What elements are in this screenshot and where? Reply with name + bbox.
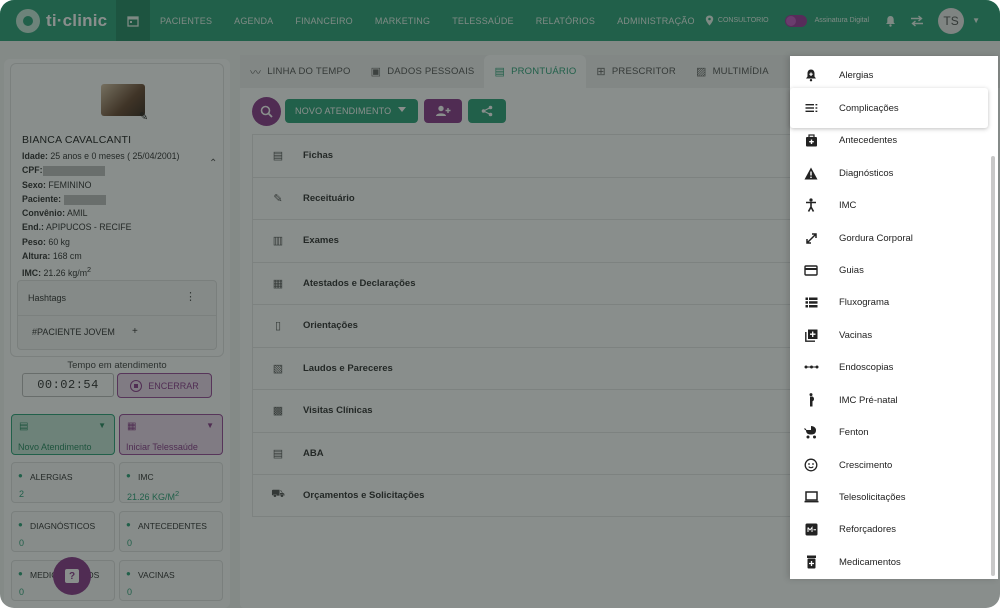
warning-icon <box>800 167 822 180</box>
menu-item-diagnosticos[interactable]: Diagnósticos <box>790 157 990 189</box>
reinforcer-icon <box>800 523 822 536</box>
menu-item-reforcadores[interactable]: Reforçadores <box>790 513 990 545</box>
menu-item-label: Reforçadores <box>839 523 897 535</box>
menu-item-label: Fluxograma <box>839 296 890 308</box>
menu-item-vacinas[interactable]: Vacinas <box>790 319 990 351</box>
medical-bag-icon <box>800 133 822 147</box>
menu-item-label: Guias <box>839 264 864 276</box>
menu-item-guias[interactable]: Guias <box>790 254 990 286</box>
app-window: ti·clinic PACIENTES AGENDA FINANCEIRO MA… <box>0 0 1000 608</box>
menu-item-label: Diagnósticos <box>839 167 894 179</box>
person-icon <box>800 198 822 212</box>
menu-item-alergias[interactable]: Alergias <box>790 59 990 91</box>
pill-bottle-icon <box>800 555 822 569</box>
menu-item-fluxograma[interactable]: Fluxograma <box>790 286 990 318</box>
menu-item-label: Fenton <box>839 426 869 438</box>
laptop-icon <box>800 491 822 503</box>
list-icon <box>800 103 822 113</box>
list-bulleted-icon <box>800 297 822 308</box>
menu-item-endoscopias[interactable]: Endoscopias <box>790 351 990 383</box>
menu-item-label: Gordura Corporal <box>839 232 913 244</box>
pregnant-icon <box>800 393 822 407</box>
bell-plus-icon <box>800 68 822 82</box>
menu-item-label: Complicações <box>839 102 899 114</box>
menu-item-label: Crescimento <box>839 459 893 471</box>
menu-item-label: Endoscopias <box>839 361 894 373</box>
card-icon <box>800 264 822 276</box>
dots-line-icon <box>800 364 822 370</box>
menu-item-crescimento[interactable]: Crescimento <box>790 449 990 481</box>
menu-item-label: IMC Pré-natal <box>839 394 898 406</box>
menu-item-medicamentos[interactable]: Medicamentos <box>790 546 990 578</box>
menu-item-gordura[interactable]: Gordura Corporal <box>790 222 990 254</box>
menu-item-label: Telesolicitações <box>839 491 906 503</box>
menu-item-imc[interactable]: IMC <box>790 189 990 221</box>
resize-icon <box>800 232 822 245</box>
menu-item-fenton[interactable]: Fenton <box>790 416 990 448</box>
menu-item-label: IMC <box>839 199 857 211</box>
plus-box-icon <box>800 329 822 342</box>
menu-item-label: Vacinas <box>839 329 873 341</box>
menu-item-telesolicitacoes[interactable]: Telesolicitações <box>790 481 990 513</box>
menu-scrollbar[interactable] <box>991 156 995 576</box>
clinical-data-menu: Alergias Antecedentes Diagnósticos IMC G… <box>790 56 998 579</box>
stroller-icon <box>800 425 822 439</box>
menu-item-label: Antecedentes <box>839 134 898 146</box>
menu-item-antecedentes[interactable]: Antecedentes <box>790 124 990 156</box>
menu-item-label: Medicamentos <box>839 556 901 568</box>
menu-item-label: Alergias <box>839 69 874 81</box>
face-icon <box>800 458 822 472</box>
menu-item-imc-pre-natal[interactable]: IMC Pré-natal <box>790 384 990 416</box>
menu-item-complicacoes[interactable]: Complicações <box>790 88 988 128</box>
